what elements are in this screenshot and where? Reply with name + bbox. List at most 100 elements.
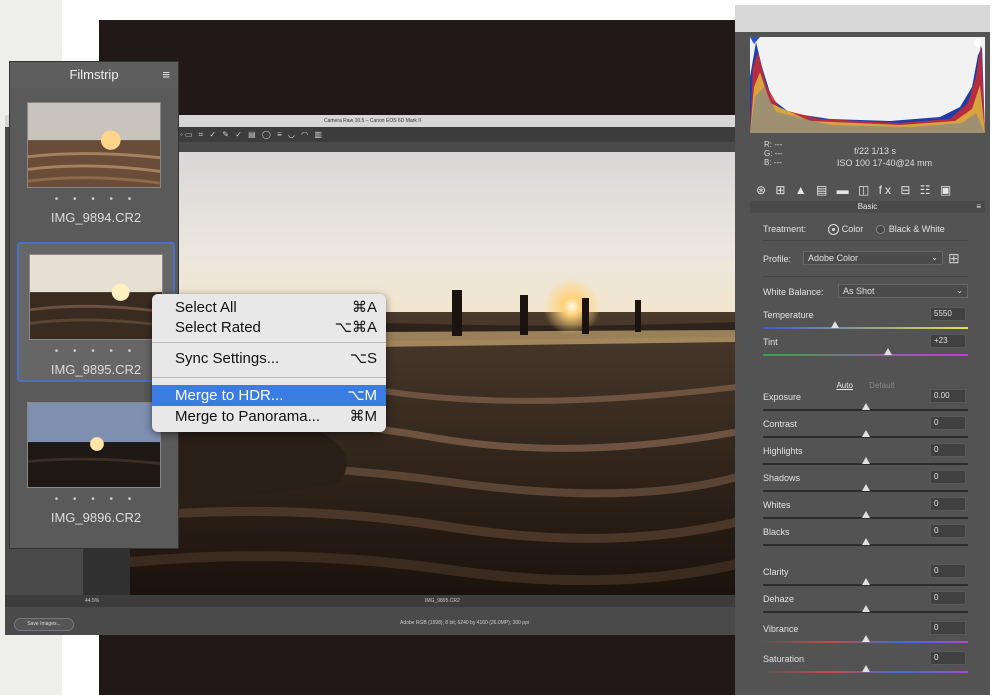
whites-slider-thumb[interactable] [861,511,870,518]
treatment-color-option[interactable]: Color [828,224,866,235]
shadows-value-field[interactable]: 0 [930,470,966,484]
r-readout: R: --- [764,140,783,149]
contrast-label: Contrast [763,419,798,429]
white-balance-value: As Shot [843,286,875,296]
zoom-level[interactable]: 44.5% [85,595,99,607]
tint-slider-track[interactable] [763,354,968,356]
menu-item-shortcut: ⌘A [351,299,377,316]
filmstrip-filename: IMG_9894.CR2 [50,210,142,225]
white-balance-dropdown[interactable]: As Shot ⌄ [838,284,968,298]
temperature-slider-track[interactable] [763,327,968,329]
filmstrip-item[interactable]: • • • • • IMG_9894.CR2 [17,92,175,232]
thumbnail [27,102,161,188]
chevron-down-icon: ⌄ [956,286,963,295]
menu-item-sync-settings[interactable]: Sync Settings... ⌥S [152,348,386,369]
divider [763,276,968,277]
tint-slider-thumb[interactable] [884,348,893,355]
temperature-slider-thumb[interactable] [830,321,839,328]
blacks-slider-thumb[interactable] [861,538,870,545]
thumbnail [27,402,161,488]
radio-selected-icon[interactable] [828,225,838,235]
menu-separator [152,377,386,378]
clarity-slider-thumb[interactable] [861,578,870,585]
contrast-value-field[interactable]: 0 [930,416,966,430]
profile-browser-icon[interactable]: ⊞ [948,250,966,266]
highlights-slider-thumb[interactable] [861,457,870,464]
status-filename: IMG_9895.CR2 [425,598,460,604]
clarity-value-field[interactable]: 0 [930,564,966,578]
saturation-value-field[interactable]: 0 [930,651,966,665]
menu-item-shortcut: ⌥M [347,387,377,404]
radio-unselected-icon[interactable] [875,225,885,235]
treatment-row: Treatment: Color Black & White [763,224,945,235]
shadows-label: Shadows [763,473,801,483]
whites-label: Whites [763,500,791,510]
panel-titlebar [735,5,990,32]
rating-dots[interactable]: • • • • • [19,346,173,357]
shadows-slider-thumb[interactable] [861,484,870,491]
status-bar: 44.5% IMG_9895.CR2 [5,595,740,607]
panel-title-text: Basic [857,202,878,211]
b-readout: B: --- [764,158,782,167]
profile-label: Profile: [763,254,792,264]
vibrance-slider-thumb[interactable] [861,635,870,642]
menu-item-select-all[interactable]: Select All ⌘A [152,297,386,318]
save-images-button[interactable]: Save Images... [14,618,74,631]
workflow-options-link[interactable]: Adobe RGB (1998); 8 bit; 6240 by 4160 (2… [400,620,529,626]
readout-area: R: --- G: --- B: --- f/22 1/13 s ISO 100… [750,140,985,180]
white-balance-label: White Balance: [763,287,824,297]
histogram [750,37,985,133]
filmstrip-context-menu: Select All ⌘A Select Rated ⌥⌘A Sync Sett… [152,294,386,432]
dehaze-label: Dehaze [763,594,795,604]
menu-item-label: Merge to HDR... [175,387,284,404]
treatment-label: Treatment: [763,224,807,234]
treatment-bw-option[interactable]: Black & White [875,224,945,235]
temperature-value-field[interactable]: 5550 [930,307,966,321]
contrast-slider-thumb[interactable] [861,430,870,437]
vibrance-label: Vibrance [763,624,799,634]
filmstrip-menu-icon[interactable]: ≡ [162,62,170,88]
exposure-value-field[interactable]: 0.00 [930,389,966,403]
filmstrip-filename: IMG_9895.CR2 [50,362,142,377]
menu-item-select-rated[interactable]: Select Rated ⌥⌘A [152,317,386,338]
menu-item-merge-to-hdr[interactable]: Merge to HDR... ⌥M [152,385,386,406]
clarity-label: Clarity [763,567,789,577]
menu-item-label: Select All [175,299,237,316]
filmstrip-filename: IMG_9896.CR2 [50,510,142,525]
menu-item-label: Select Rated [175,319,261,336]
dehaze-slider-thumb[interactable] [861,605,870,612]
panel-tabs[interactable]: ⊛ ⊞ ▲ ▤ ▬ ◫ fx ⊟ ☷ ▣ [750,183,985,201]
menu-item-label: Sync Settings... [175,350,280,367]
rating-dots[interactable]: • • • • • [17,494,175,505]
exif-iso-lens: ISO 100 17-40@24 mm [837,158,933,168]
chevron-down-icon: ⌄ [931,253,938,262]
blacks-value-field[interactable]: 0 [930,524,966,538]
auto-button[interactable]: Auto [836,381,852,390]
menu-item-merge-to-panorama[interactable]: Merge to Panorama... ⌘M [152,406,386,427]
exposure-slider-thumb[interactable] [861,403,870,410]
g-readout: G: --- [764,149,783,158]
exif-aperture-shutter: f/22 1/13 s [854,146,897,156]
whites-value-field[interactable]: 0 [930,497,966,511]
default-button[interactable]: Default [869,381,894,390]
tint-value-field[interactable]: +23 [930,334,966,348]
menu-item-shortcut: ⌥S [349,350,377,367]
highlights-value-field[interactable]: 0 [930,443,966,457]
filmstrip-header: Filmstrip ≡ [10,62,178,88]
dehaze-value-field[interactable]: 0 [930,591,966,605]
vibrance-value-field[interactable]: 0 [930,621,966,635]
profile-dropdown[interactable]: Adobe Color ⌄ [803,251,943,265]
panel-title: Basic ≡ [750,201,985,213]
saturation-slider-thumb[interactable] [861,665,870,672]
highlights-label: Highlights [763,446,803,456]
rgb-readout: R: --- G: --- B: --- [764,140,783,167]
rating-dots[interactable]: • • • • • [17,194,175,205]
tool-toolbar[interactable]: ◦▭ ⌗ ✓ ✎ ✓ ▤ ◯ ≡ ◡ ◠ ▥ [175,127,740,142]
saturation-label: Saturation [763,654,805,664]
panel-menu-icon[interactable]: ≡ [976,201,981,213]
temperature-label: Temperature [763,310,814,320]
menu-item-shortcut: ⌥⌘A [334,319,377,336]
menu-item-shortcut: ⌘M [349,408,378,425]
divider [763,240,968,241]
menu-separator [152,342,386,343]
